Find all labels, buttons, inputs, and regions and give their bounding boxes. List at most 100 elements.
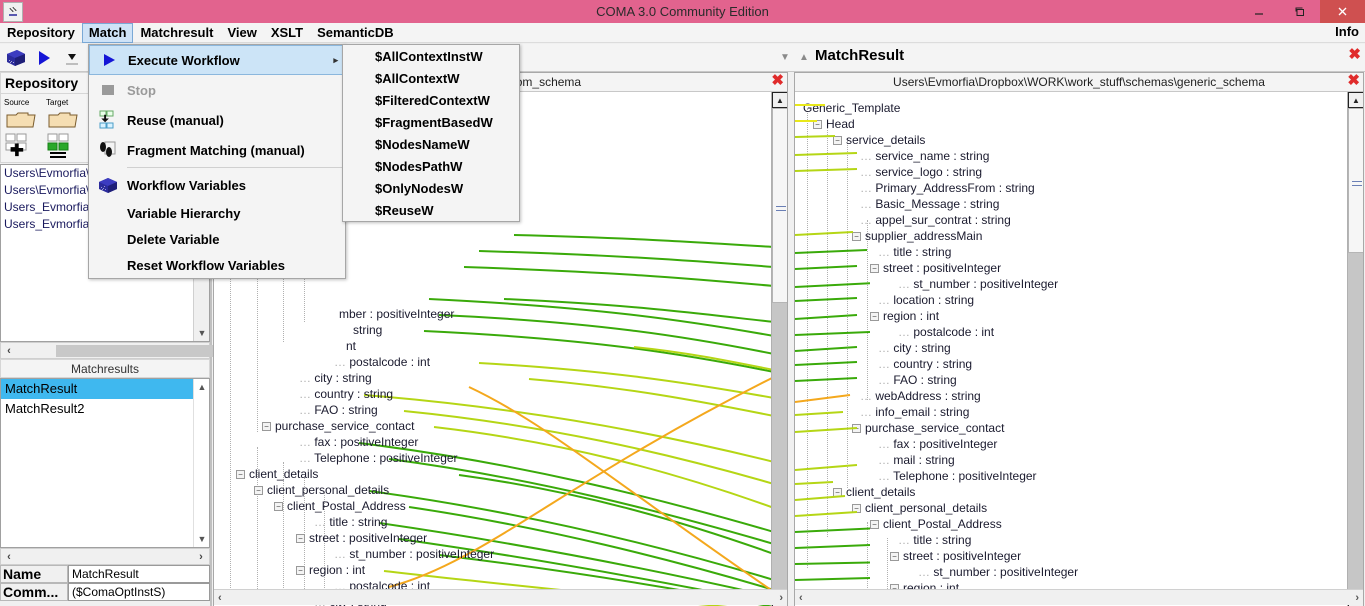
collapse-icon[interactable]: − [813,120,822,130]
tree-node[interactable]: − street : positiveInteger [890,548,1021,564]
tree-node[interactable]: string [353,322,382,338]
tree-node[interactable]: … postalcode : int [334,354,430,370]
tree-node[interactable]: … mail : string [878,452,955,468]
tree-node[interactable]: … Basic_Message : string [860,196,999,212]
target-schema-vscrollbar[interactable]: ▲ ▼ [1347,92,1363,606]
tree-node[interactable]: … webAddress : string [860,388,981,404]
scroll-thumb[interactable] [772,108,787,303]
menu-item-workflow-variables[interactable]: Workflow Variables [89,170,345,200]
source-schema-vscrollbar[interactable]: ▲ ▼ [771,92,787,606]
target-folder-icon[interactable]: Target [46,98,86,130]
scroll-right-icon[interactable]: › [779,592,783,604]
menu-item-reset-workflow-variables[interactable]: Reset Workflow Variables [89,252,345,278]
tree-node[interactable]: mber : positiveInteger [339,306,454,322]
dropdown-arrow-icon[interactable] [59,46,85,70]
scroll-down-icon[interactable]: ▼ [194,531,209,547]
equal-schema-icon[interactable] [46,132,86,158]
tree-node[interactable]: … city : string [878,340,951,356]
tree-node[interactable]: … fax : positiveInteger [878,436,997,452]
submenu-item-reusew[interactable]: $ReuseW [343,199,519,221]
menu-match[interactable]: Match [81,22,134,43]
target-schema-hscrollbar[interactable]: ‹ › [795,589,1363,605]
collapse-icon[interactable]: − [852,232,861,242]
target-schema-tree[interactable]: Generic_Template − Head − service_details … [795,92,1363,606]
scroll-down-icon[interactable]: ▼ [194,325,209,341]
collapse-icon[interactable]: − [254,486,263,496]
tree-node[interactable]: −region : int [870,308,939,324]
tree-node[interactable]: − client_Postal_Address [274,498,406,514]
scroll-right-icon[interactable]: › [193,551,209,563]
tree-node[interactable]: − street : positiveInteger [870,260,1001,276]
close-button[interactable] [1320,0,1365,23]
collapse-icon[interactable]: − [870,520,879,530]
menu-view[interactable]: View [220,23,263,43]
tree-node[interactable]: … st_number : positiveInteger [898,276,1058,292]
tree-node[interactable]: − client_details [833,484,915,500]
collapse-icon[interactable]: − [274,502,283,512]
tree-node[interactable]: … country : string [299,386,393,402]
scroll-left-icon[interactable]: ‹ [1,345,17,357]
submenu-item-allcontextw[interactable]: $AllContextW [343,67,519,89]
scroll-up-icon[interactable]: ▲ [194,379,209,395]
add-schema-icon[interactable] [4,132,44,158]
tree-node[interactable]: … country : string [878,356,972,372]
submenu-item-nodesnamew[interactable]: $NodesNameW [343,133,519,155]
tree-node[interactable]: … service_logo : string [860,164,982,180]
sort-ascending-icon[interactable]: ▲ [799,52,809,63]
menu-xslt[interactable]: XSLT [264,23,310,43]
tree-node[interactable]: nt [346,338,356,354]
tree-node[interactable]: … service_name : string [860,148,989,164]
tree-node[interactable]: … title : string [314,514,387,530]
close-icon[interactable]: ✖ [1347,73,1360,88]
tree-node[interactable]: … Telephone : positiveInteger [878,468,1037,484]
collapse-icon[interactable]: − [833,488,842,498]
menu-item-execute-workflow[interactable]: Execute Workflow ▸ [89,45,345,75]
repository-tree-hscrollbar[interactable]: ‹ › [0,342,278,359]
tree-node[interactable]: … FAO : string [299,402,378,418]
matchresults-hscrollbar[interactable]: ‹ › [0,548,210,565]
minimize-button[interactable] [1238,0,1279,23]
menu-item-reuse-manual[interactable]: Reuse (manual) [89,105,345,135]
tree-node[interactable]: … appel_sur_contrat : string [860,212,1011,228]
menu-semanticdb[interactable]: SemanticDB [310,23,401,43]
collapse-icon[interactable]: − [852,504,861,514]
menu-item-fragment-matching-manual[interactable]: Fragment Matching (manual) [89,135,345,165]
run-icon[interactable] [31,46,57,70]
matchresults-list[interactable]: MatchResult MatchResult2 ▲ ▼ [0,378,210,548]
list-item-matchresult[interactable]: MatchResult [1,379,209,399]
tree-node[interactable]: … FAO : string [878,372,957,388]
collapse-icon[interactable]: − [890,552,899,562]
collapse-icon[interactable]: − [296,534,305,544]
maximize-button[interactable] [1279,0,1320,23]
menu-matchresult[interactable]: Matchresult [133,23,220,43]
tree-node[interactable]: … Primary_AddressFrom : string [860,180,1035,196]
tree-node[interactable]: … Telephone : positiveInteger [299,450,458,466]
collapse-icon[interactable]: − [852,424,861,434]
tree-node[interactable]: − Head [813,116,855,132]
tree-node[interactable]: −region : int [296,562,365,578]
tree-node[interactable]: Generic_Template [803,100,900,116]
scroll-left-icon[interactable]: ‹ [218,592,222,604]
property-value-name[interactable]: MatchResult [68,565,210,583]
tree-node[interactable]: − purchase_service_contact [852,420,1004,436]
collapse-icon[interactable]: − [870,264,879,274]
collapse-icon[interactable]: − [262,422,271,432]
tree-node[interactable]: … info_email : string [860,404,969,420]
submenu-item-filteredcontextw[interactable]: $FilteredContextW [343,89,519,111]
collapse-icon[interactable]: − [833,136,842,146]
tree-node[interactable]: … title : string [878,244,951,260]
sort-descending-icon[interactable]: ▼ [780,52,790,63]
scroll-up-icon[interactable]: ▲ [772,92,787,108]
submenu-item-fragmentbasedw[interactable]: $FragmentBasedW [343,111,519,133]
tree-node[interactable]: − client_details [236,466,318,482]
tree-node[interactable]: … st_number : positiveInteger [334,546,494,562]
menu-repository[interactable]: Repository [0,23,82,43]
tree-node[interactable]: − client_Postal_Address [870,516,1002,532]
tree-node[interactable]: − client_personal_details [852,500,987,516]
source-schema-hscrollbar[interactable]: ‹ › [214,589,787,605]
tree-node[interactable]: − street : positiveInteger [296,530,427,546]
tree-node[interactable]: … fax : positiveInteger [299,434,418,450]
submenu-item-onlynodesw[interactable]: $OnlyNodesW [343,177,519,199]
source-folder-icon[interactable]: Source [4,98,44,130]
tree-node[interactable]: − service_details [833,132,925,148]
